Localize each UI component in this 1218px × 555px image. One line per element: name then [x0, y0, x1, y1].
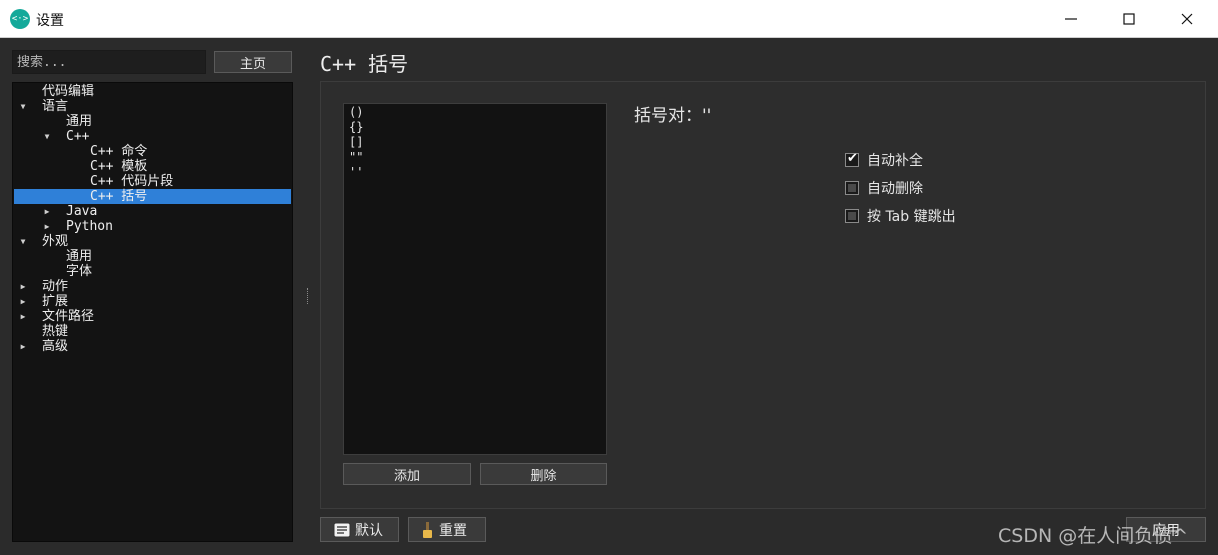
checkbox-label: 按 Tab 键跳出: [867, 209, 956, 225]
tree-item[interactable]: ▶ 动作: [14, 279, 291, 294]
tree-item[interactable]: 代码编辑: [14, 84, 291, 99]
default-button[interactable]: 默认: [320, 517, 399, 542]
tree-item-label: 字体: [66, 264, 93, 279]
checkbox-label: 自动补全: [867, 153, 923, 169]
checkbox-label: 自动删除: [867, 181, 923, 197]
bracket-pair-list[interactable]: (){}[] "" '': [343, 103, 607, 455]
tree-item[interactable]: C++ 括号: [14, 189, 291, 204]
list-item[interactable]: {}: [349, 120, 601, 135]
pair-heading: 括号对：'': [634, 106, 712, 126]
collapsed-arrow-icon[interactable]: ▶: [18, 309, 28, 324]
auto-complete-checkbox[interactable]: 自动补全: [845, 151, 923, 169]
tree-item-label: 扩展: [42, 294, 69, 309]
list-item[interactable]: '': [349, 165, 601, 180]
tree-item-label: 语言: [42, 99, 69, 114]
page-title: C++ 括号: [320, 52, 409, 76]
tree-item-label: 动作: [42, 279, 69, 294]
document-icon: [333, 522, 351, 537]
add-button[interactable]: 添加: [343, 463, 471, 485]
expanded-arrow-icon[interactable]: ▼: [42, 129, 52, 144]
minimize-button[interactable]: [1042, 0, 1100, 38]
broom-icon: [423, 521, 432, 538]
expanded-arrow-icon[interactable]: ▼: [18, 99, 28, 114]
app-icon: <·>: [10, 9, 30, 29]
tree-item-label: 高级: [42, 339, 69, 354]
tree-item[interactable]: 热键: [14, 324, 291, 339]
title-bar: <·> 设置: [0, 0, 1218, 38]
tree-item[interactable]: ▶ Python: [14, 219, 291, 234]
tree-item-label: 通用: [66, 114, 93, 129]
tree-item-label: Java: [66, 204, 98, 219]
collapsed-arrow-icon[interactable]: ▶: [18, 339, 28, 354]
search-input[interactable]: [12, 50, 206, 74]
auto-delete-checkbox[interactable]: 自动删除: [845, 179, 923, 197]
settings-tree[interactable]: 代码编辑 ▼ 语言 通用 ▼ C++ C++ 命令 C++ 模板 C++ 代码片段 C++ 括号 ▶…: [12, 82, 293, 542]
close-icon: [1181, 13, 1193, 25]
tree-item[interactable]: ▶ 高级: [14, 339, 291, 354]
tree-item[interactable]: C++ 模板: [14, 159, 291, 174]
tree-item[interactable]: C++ 命令: [14, 144, 291, 159]
tree-item-label: 代码编辑: [42, 84, 95, 99]
tab-jump-out-checkbox[interactable]: 按 Tab 键跳出: [845, 207, 956, 225]
delete-button[interactable]: 删除: [480, 463, 607, 485]
home-button[interactable]: 主页: [214, 51, 292, 73]
tree-item[interactable]: ▶ Java: [14, 204, 291, 219]
tree-item[interactable]: ▼ 外观: [14, 234, 291, 249]
tree-item-label: C++ 括号: [90, 189, 148, 204]
tree-item[interactable]: ▶ 扩展: [14, 294, 291, 309]
collapsed-arrow-icon[interactable]: ▶: [18, 294, 28, 309]
tree-item-label: C++ 模板: [90, 159, 148, 174]
tree-item[interactable]: 通用: [14, 114, 291, 129]
tree-item[interactable]: 通用: [14, 249, 291, 264]
list-item[interactable]: (): [349, 105, 601, 120]
expanded-arrow-icon[interactable]: ▼: [18, 234, 28, 249]
tree-item[interactable]: ▼ C++: [14, 129, 291, 144]
tree-item-label: Python: [66, 219, 113, 234]
tree-item-label: 热键: [42, 324, 69, 339]
checkbox-box[interactable]: [845, 181, 859, 195]
watermark: CSDN @在人间负债^: [998, 525, 1189, 547]
default-button-label: 默认: [355, 522, 383, 539]
tree-item-label: 外观: [42, 234, 69, 249]
collapsed-arrow-icon[interactable]: ▶: [42, 204, 52, 219]
maximize-button[interactable]: [1100, 0, 1158, 38]
tree-item-label: C++ 代码片段: [90, 174, 174, 189]
tree-item-label: C++: [66, 129, 90, 144]
checkbox-box[interactable]: [845, 209, 859, 223]
reset-button-label: 重置: [439, 522, 467, 539]
tree-item[interactable]: ▶ 文件路径: [14, 309, 291, 324]
sidebar-splitter[interactable]: [307, 288, 310, 304]
tree-item[interactable]: 字体: [14, 264, 291, 279]
maximize-icon: [1123, 13, 1135, 25]
tree-item[interactable]: C++ 代码片段: [14, 174, 291, 189]
list-item[interactable]: []: [349, 135, 601, 150]
tree-item-label: 通用: [66, 249, 93, 264]
collapsed-arrow-icon[interactable]: ▶: [18, 279, 28, 294]
reset-button[interactable]: 重置: [408, 517, 486, 542]
close-button[interactable]: [1158, 0, 1216, 38]
checkbox-box[interactable]: [845, 151, 859, 167]
tree-item-label: 文件路径: [42, 309, 95, 324]
tree-item[interactable]: ▼ 语言: [14, 99, 291, 114]
collapsed-arrow-icon[interactable]: ▶: [42, 219, 52, 234]
minimize-icon: [1065, 18, 1077, 20]
list-item[interactable]: "": [349, 150, 601, 165]
tree-item-label: C++ 命令: [90, 144, 148, 159]
window-title: 设置: [36, 13, 64, 29]
